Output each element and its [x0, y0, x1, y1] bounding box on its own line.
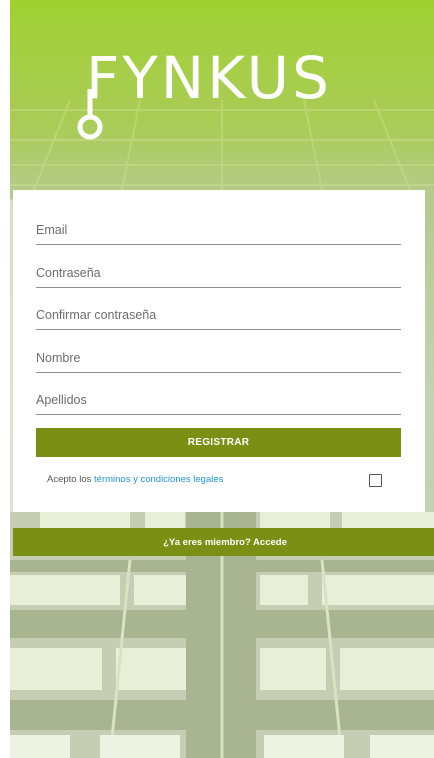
email-field[interactable] [36, 209, 401, 244]
terms-link[interactable]: términos y condiciones legales [94, 474, 223, 485]
surname-field[interactable] [36, 379, 401, 414]
name-field-wrapper [36, 337, 401, 373]
register-button[interactable]: REGISTRAR [36, 428, 401, 457]
confirm-password-field-wrapper [36, 294, 401, 330]
name-field[interactable] [36, 337, 401, 372]
email-field-wrapper [36, 209, 401, 245]
logo-text: FYNKUS [86, 44, 332, 112]
surname-field-wrapper [36, 379, 401, 415]
password-field-wrapper [36, 252, 401, 288]
terms-text: Acepto los términos y condiciones legale… [47, 474, 223, 485]
terms-prefix: Acepto los [47, 474, 92, 485]
terms-checkbox[interactable] [369, 474, 382, 487]
confirm-password-field[interactable] [36, 294, 401, 329]
registration-form: REGISTRAR Acepto los términos y condicio… [13, 190, 425, 512]
fynkus-logo: FYNKUS [68, 44, 408, 144]
password-field[interactable] [36, 252, 401, 287]
login-button[interactable]: ¿Ya eres miembro? Accede [13, 528, 434, 556]
